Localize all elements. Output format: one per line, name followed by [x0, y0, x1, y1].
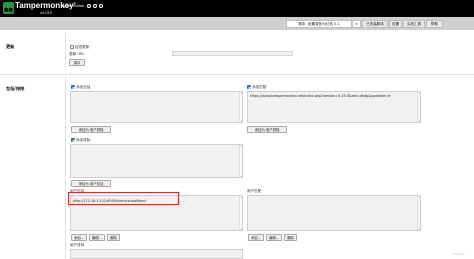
- add-as-user-exclude-button[interactable]: 添加为 用户排除: [247, 126, 287, 133]
- add-match-label: 添加匹配: [252, 85, 267, 89]
- author-byline: by Jan Biniok: [61, 4, 85, 8]
- add-button[interactable]: 添加...: [71, 234, 87, 241]
- tab-bar: 脚本: 设置背色为红色 0.1 × 已安装脚本 设置 实用工具 帮助: [0, 17, 474, 30]
- scroll-down-icon[interactable]: [240, 176, 242, 177]
- scroll-up-icon[interactable]: [240, 93, 242, 94]
- add-button[interactable]: 添加...: [248, 234, 264, 241]
- scroll-down-icon[interactable]: [240, 229, 242, 230]
- add-as-user-exclude-button[interactable]: 添加为 用户排除: [71, 126, 111, 133]
- edit-button[interactable]: 编辑...: [89, 234, 105, 241]
- scrollbar[interactable]: [239, 145, 242, 177]
- highlight-box: [68, 192, 179, 205]
- match-entry[interactable]: https://www.tampermonkey.net/index.php?v…: [250, 94, 414, 98]
- github-icon[interactable]: [87, 4, 91, 8]
- twitter-icon[interactable]: [93, 4, 97, 8]
- edit-button[interactable]: 编辑...: [266, 234, 282, 241]
- scroll-down-icon[interactable]: [418, 229, 420, 230]
- add-exclude-list[interactable]: [70, 144, 243, 178]
- update-section-title: 更新: [6, 44, 15, 49]
- tab-close-icon[interactable]: ×: [352, 20, 361, 28]
- tab-settings[interactable]: 设置: [389, 20, 402, 28]
- delete-button[interactable]: 删除: [107, 234, 120, 241]
- add-include-list[interactable]: [70, 91, 243, 123]
- user-match-list[interactable]: [247, 195, 421, 231]
- user-exclude-title: 用户排除: [70, 243, 85, 247]
- tab-installed-scripts[interactable]: 已安装脚本: [362, 20, 388, 28]
- delete-button[interactable]: 删除: [284, 234, 297, 241]
- update-url-input[interactable]: [172, 51, 293, 56]
- scroll-up-icon[interactable]: [418, 197, 420, 198]
- tab-script-editor[interactable]: 脚本: 设置背色为红色 0.1: [286, 20, 352, 28]
- user-match-title: 用户匹配: [247, 189, 262, 193]
- scroll-up-icon[interactable]: [240, 197, 242, 198]
- add-exclude-label: 添加排除: [76, 138, 91, 142]
- add-include-label: 添加包括: [76, 85, 91, 89]
- scrollbar[interactable]: [239, 196, 242, 230]
- scrollbar[interactable]: [239, 92, 242, 122]
- check-update-label: 检查更新: [75, 45, 90, 49]
- tab-utilities[interactable]: 实用工具: [403, 20, 425, 28]
- scrollbar[interactable]: [417, 196, 420, 230]
- app-header: Tampermonkey® by Jan Biniok v4.19.0: [0, 0, 474, 17]
- add-match-list[interactable]: https://www.tampermonkey.net/index.php?v…: [247, 91, 421, 123]
- scrollbar[interactable]: [417, 92, 420, 122]
- facebook-icon[interactable]: [99, 4, 103, 8]
- scroll-up-icon[interactable]: [240, 146, 242, 147]
- save-button[interactable]: 保存: [69, 59, 85, 66]
- tab-help[interactable]: 帮助: [426, 20, 443, 28]
- includes-section-title: 包括/排除: [6, 86, 25, 91]
- add-as-user-include-button[interactable]: 添加为 用户包括: [71, 180, 111, 187]
- tampermonkey-logo-icon: [3, 2, 14, 14]
- check-update-checkbox[interactable]: [70, 45, 74, 49]
- update-url-label: 更新 URL: [69, 52, 85, 56]
- add-exclude-checkbox[interactable]: [71, 138, 75, 142]
- section-separator: [0, 74, 474, 75]
- watermark: CSDN @...: [452, 252, 468, 256]
- add-include-checkbox[interactable]: [71, 85, 75, 89]
- scroll-down-icon[interactable]: [240, 121, 242, 122]
- scroll-down-icon[interactable]: [418, 121, 420, 122]
- section-divider: [65, 76, 66, 259]
- scroll-up-icon[interactable]: [418, 93, 420, 94]
- section-divider: [65, 33, 66, 67]
- user-exclude-list[interactable]: [70, 249, 243, 259]
- version-label: v4.19.0: [40, 11, 53, 15]
- add-match-checkbox[interactable]: [247, 85, 251, 89]
